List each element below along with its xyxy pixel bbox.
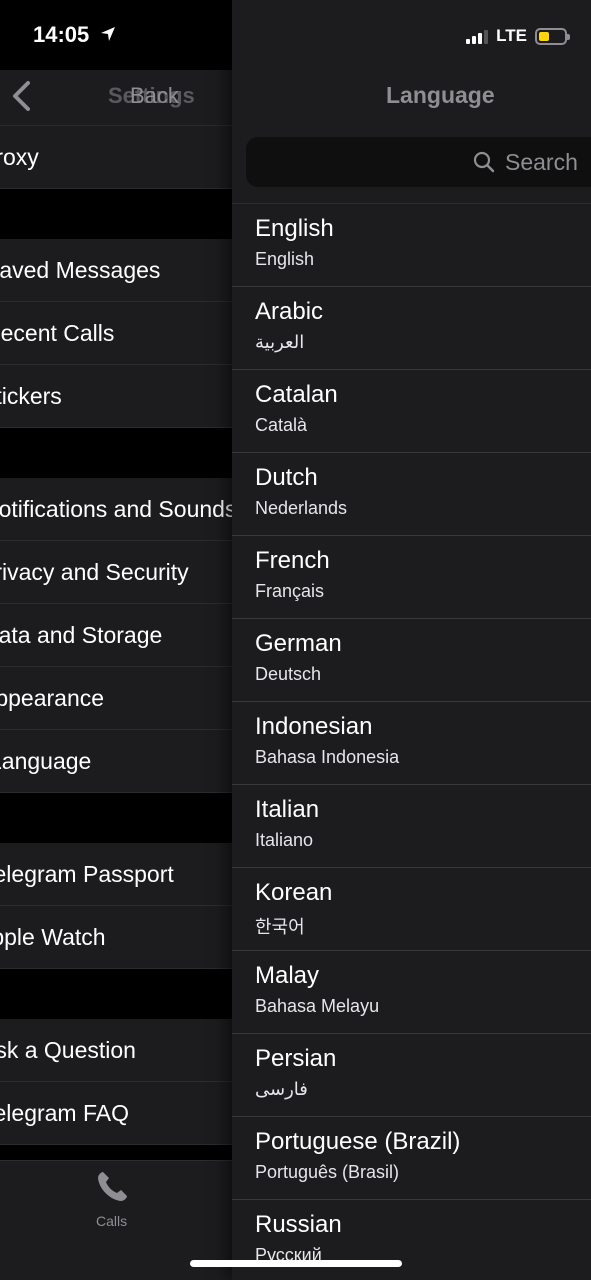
language-name: Persian: [255, 1045, 337, 1072]
settings-row-label: Telegram Passport: [0, 860, 174, 887]
phone-icon[interactable]: [94, 1169, 130, 1205]
settings-row-label: Recent Calls: [0, 319, 115, 346]
language-screen: Language Search English English Arabic العر…: [232, 0, 591, 1280]
settings-row[interactable]: Telegram FAQ: [0, 1082, 232, 1145]
language-native-name: Português (Brasil): [255, 1162, 400, 1182]
language-row[interactable]: French Français: [232, 536, 591, 619]
back-chevron-icon[interactable]: [10, 80, 32, 112]
settings-row-label: Apple Watch: [0, 923, 106, 950]
settings-row-label: Appearance: [0, 684, 105, 711]
language-row[interactable]: Korean 한국어: [232, 868, 591, 951]
settings-row[interactable]: Proxy: [0, 126, 232, 189]
language-native-name: Bahasa Indonesia: [255, 747, 400, 767]
settings-screen: Settings Back Proxy Saved Messages Recent …: [0, 0, 232, 1280]
settings-row-label: Language: [0, 747, 92, 774]
language-native-name: Français: [255, 581, 325, 601]
status-indicators: LTE: [466, 26, 570, 46]
settings-row-label: Proxy: [0, 143, 39, 170]
settings-row[interactable]: Data and Storage: [0, 604, 232, 667]
settings-row[interactable]: Appearance: [0, 667, 232, 730]
language-name: Indonesian: [255, 713, 373, 740]
home-indicator[interactable]: [190, 1260, 402, 1267]
language-row[interactable]: Malay Bahasa Melayu: [232, 951, 591, 1034]
signal-strength-icon: [466, 28, 489, 44]
language-name: Catalan: [255, 381, 338, 408]
language-native-name: Deutsch: [255, 664, 322, 684]
language-row[interactable]: Persian فارسی: [232, 1034, 591, 1117]
back-button[interactable]: Back: [130, 83, 179, 109]
settings-row-label: Saved Messages: [0, 256, 161, 283]
language-row[interactable]: Indonesian Bahasa Indonesia: [232, 702, 591, 785]
language-native-name: فارسی: [255, 1079, 308, 1099]
language-header: Language Search: [232, 70, 591, 204]
language-name: Italian: [255, 796, 320, 823]
language-row[interactable]: Arabic العربية: [232, 287, 591, 370]
status-time: 14:05: [33, 22, 90, 47]
settings-row[interactable]: Notifications and Sounds: [0, 478, 232, 541]
language-native-name: English: [255, 249, 315, 269]
section-gap: [0, 793, 232, 843]
language-row[interactable]: Russian Русский: [232, 1200, 591, 1280]
settings-row-label: Ask a Question: [0, 1036, 136, 1063]
settings-row[interactable]: Telegram Passport: [0, 843, 232, 906]
language-native-name: Català: [255, 415, 308, 435]
settings-row-label: Notifications and Sounds: [0, 495, 232, 522]
section-gap: [0, 1145, 232, 1159]
network-type: LTE: [496, 26, 527, 45]
section-gap: [0, 428, 232, 478]
language-name: Dutch: [255, 464, 318, 491]
language-name: Portuguese (Brazil): [255, 1128, 461, 1155]
language-name: Korean: [255, 879, 333, 906]
language-list: English English Arabic العربية Catalan Català…: [232, 204, 591, 1280]
settings-row[interactable]: Recent Calls: [0, 302, 232, 365]
settings-row[interactable]: Saved Messages: [0, 239, 232, 302]
language-native-name: العربية: [255, 332, 305, 352]
settings-list: Proxy Saved Messages Recent Calls Stickers N…: [0, 126, 232, 1159]
settings-row-label: Data and Storage: [0, 621, 163, 648]
language-name: French: [255, 547, 330, 574]
section-gap: [0, 969, 232, 1019]
search-placeholder: Search: [505, 149, 578, 175]
language-row[interactable]: Italian Italiano: [232, 785, 591, 868]
settings-row-label: Stickers: [0, 382, 62, 409]
language-row[interactable]: German Deutsch: [232, 619, 591, 702]
language-name: Arabic: [255, 298, 324, 325]
language-native-name: Italiano: [255, 830, 314, 850]
settings-row[interactable]: Language: [0, 730, 232, 793]
tab-calls-label[interactable]: Calls: [96, 1213, 127, 1229]
settings-row-label: Privacy and Security: [0, 558, 189, 585]
language-row[interactable]: Catalan Català: [232, 370, 591, 453]
language-native-name: Bahasa Melayu: [255, 996, 380, 1016]
section-gap: [0, 189, 232, 239]
location-arrow-icon: [101, 27, 115, 41]
language-name: Russian: [255, 1211, 342, 1238]
language-native-name: Nederlands: [255, 498, 348, 518]
search-icon: [473, 151, 495, 173]
language-row[interactable]: English English: [232, 204, 591, 287]
page-title: Language: [386, 82, 495, 108]
language-name: Malay: [255, 962, 320, 989]
settings-nav-bar: Settings Back: [0, 70, 232, 126]
settings-row[interactable]: Privacy and Security: [0, 541, 232, 604]
settings-row[interactable]: Stickers: [0, 365, 232, 428]
language-name: German: [255, 630, 342, 657]
search-input[interactable]: Search: [246, 137, 591, 187]
settings-row[interactable]: Apple Watch: [0, 906, 232, 969]
settings-row-label: Telegram FAQ: [0, 1099, 129, 1126]
language-native-name: 한국어: [255, 917, 305, 937]
status-bar: 14:05 LTE: [0, 0, 591, 70]
settings-row[interactable]: Ask a Question: [0, 1019, 232, 1082]
language-row[interactable]: Dutch Nederlands: [232, 453, 591, 536]
language-row[interactable]: Portuguese (Brazil) Português (Brasil): [232, 1117, 591, 1200]
battery-icon: [535, 27, 570, 45]
language-name: English: [255, 215, 334, 242]
